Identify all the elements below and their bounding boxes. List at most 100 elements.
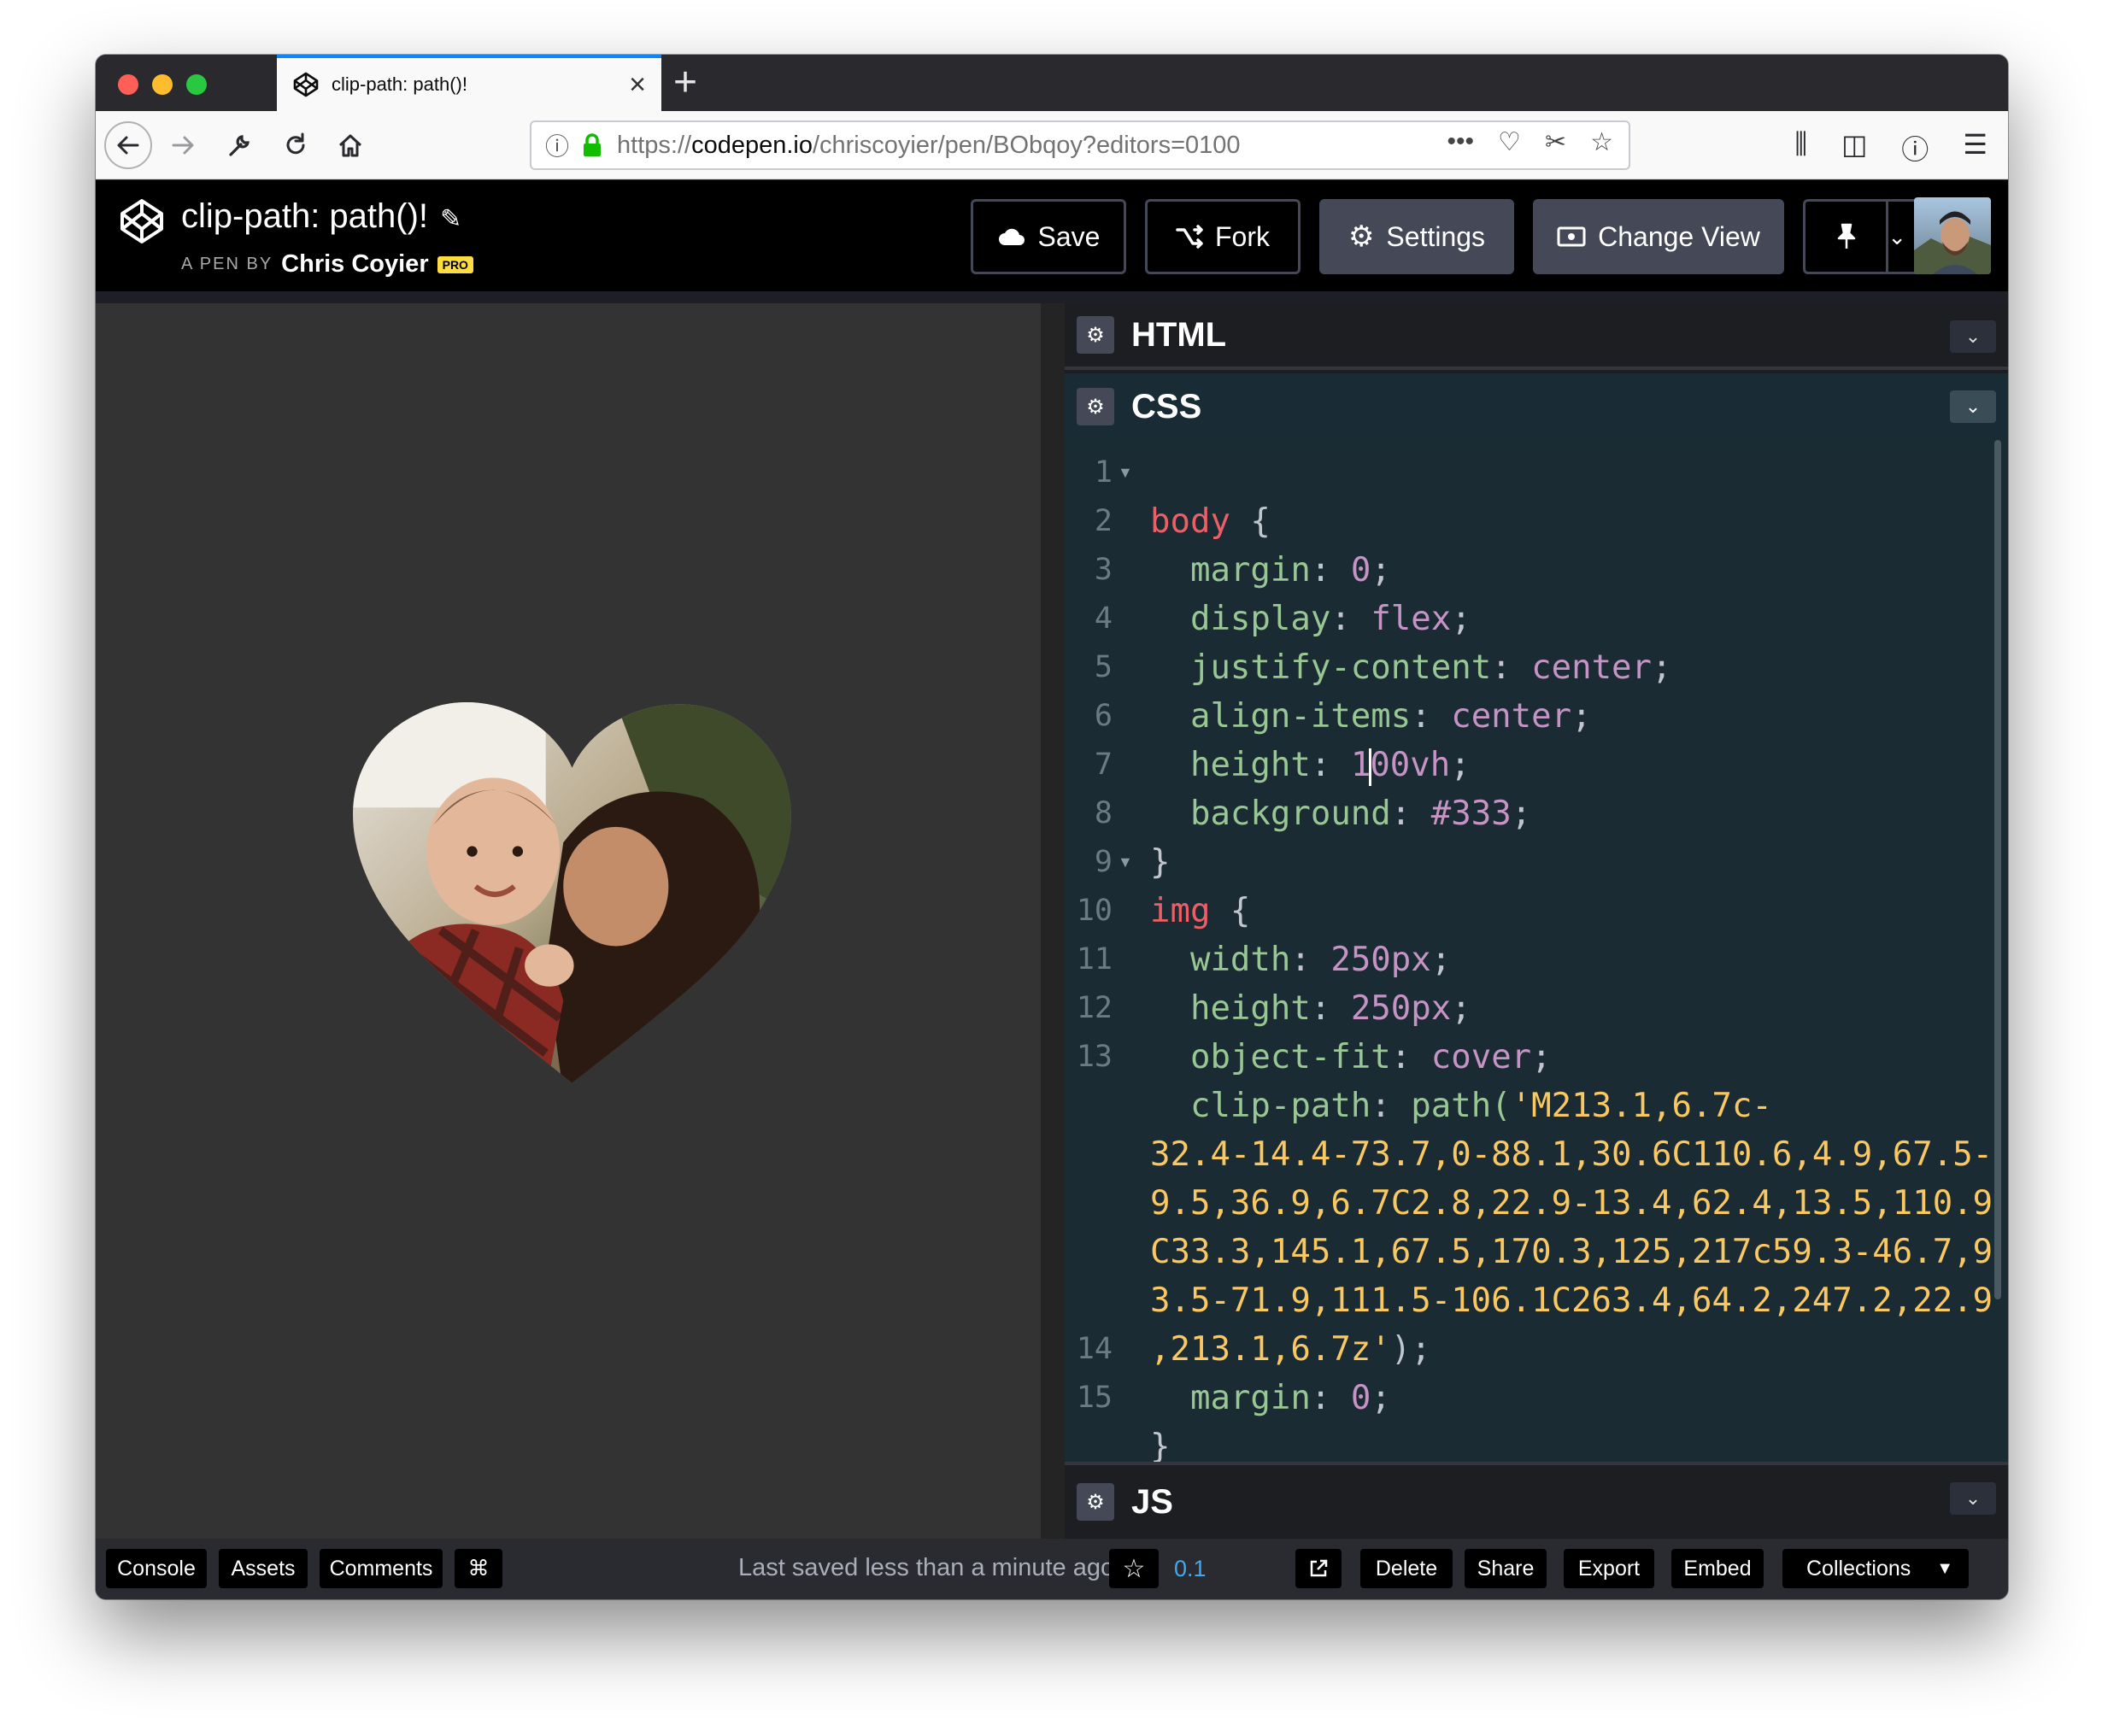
line-number: 4 [1094,601,1113,636]
line-number: 12 [1076,991,1113,1025]
code-line: clip-path: path('M213.1,6.7c- [1189,1087,1772,1125]
pen-by-label: A PEN BY [181,255,273,273]
fork-icon [1176,225,1203,249]
line-number-gutter: 1 ▼ 2 3 4 5 6 7 8 9 ▼ 10 11 12 13 14 15 [1065,440,1147,1462]
pin-button[interactable]: ⌄ [1803,199,1924,274]
line-number: 8 [1094,796,1113,830]
url-bar[interactable]: ⓘ https://codepen.io/chriscoyier/pen/BOb… [530,120,1630,170]
js-settings-gear-icon[interactable]: ⚙ [1077,1483,1114,1521]
preview-pane [96,303,1041,1539]
saved-status: Last saved less than a minute ago [738,1554,1115,1581]
zoom-window-button[interactable] [186,74,207,95]
fork-label: Fork [1215,220,1270,252]
pen-title[interactable]: clip-path: path()! ✎ [181,197,461,236]
tab-close-icon[interactable]: × [629,70,646,99]
pane-resize-handle[interactable] [1041,303,1065,1539]
pro-badge: PRO [437,255,473,273]
js-editor-label: JS [1131,1482,1173,1521]
code-line: background: #333; [1189,795,1532,833]
code-line: } [1150,843,1171,882]
settings-button[interactable]: ⚙ Settings [1319,199,1514,274]
line-number: 9 [1094,845,1113,879]
url-scheme: https:// [617,131,692,159]
console-button[interactable]: Console [106,1549,207,1588]
pencil-icon[interactable]: ✎ [440,205,461,233]
author-link[interactable]: Chris Coyier [281,250,428,279]
screenshot-icon[interactable]: ✂ [1545,127,1566,157]
editor-scrollbar[interactable] [1994,440,2001,1299]
code-line: object-fit: cover; [1189,1038,1552,1076]
code-line: justify-content: center; [1189,648,1672,687]
codepen-logo-icon[interactable] [118,197,166,245]
collections-button[interactable]: Collections ▼ [1782,1549,1969,1588]
line-number: 15 [1076,1381,1113,1415]
change-view-button[interactable]: Change View [1533,199,1784,274]
browser-tab[interactable]: clip-path: path()! × [277,55,661,111]
css-code-editor[interactable]: 1 ▼ 2 3 4 5 6 7 8 9 ▼ 10 11 12 13 14 15 … [1065,440,2008,1462]
settings-label: Settings [1386,220,1486,252]
sidebar-icon[interactable]: ◫ [1841,128,1867,167]
chevron-down-icon[interactable]: ⌄ [1950,320,1996,353]
pocket-icon[interactable]: ♡ [1498,127,1521,157]
keyboard-shortcuts-button[interactable]: ⌘ [455,1549,502,1588]
back-button[interactable] [104,121,152,169]
line-number: 6 [1094,699,1113,733]
new-tab-button[interactable]: + [673,58,697,108]
url-host: codepen.io [691,131,813,159]
page-actions-icon[interactable]: ••• [1447,127,1475,157]
navigation-bar: ⓘ https://codepen.io/chriscoyier/pen/BOb… [96,111,2008,179]
html-editor-header[interactable]: ⚙ HTML ⌄ [1065,303,2008,370]
share-button[interactable]: Share [1465,1549,1547,1588]
code-line: width: 250px; [1189,941,1452,979]
line-number: 2 [1094,504,1113,538]
line-number: 3 [1094,553,1113,587]
star-icon[interactable]: ☆ [1109,1549,1159,1588]
save-button[interactable]: Save [971,199,1126,274]
arrow-right-icon [172,136,194,155]
chevron-down-icon[interactable]: ⌄ [1950,390,1996,423]
embed-button[interactable]: Embed [1671,1549,1764,1588]
reload-icon [286,132,305,155]
header-separator [96,291,2008,303]
close-window-button[interactable] [118,74,138,95]
avatar[interactable] [1914,197,1991,274]
menu-icon[interactable]: ☰ [1963,128,1988,167]
delete-button[interactable]: Delete [1360,1549,1453,1588]
line-number: 5 [1094,650,1113,684]
tab-bar: clip-path: path()! × + [96,55,2008,111]
forward-button[interactable] [159,121,207,169]
assets-button[interactable]: Assets [219,1549,308,1588]
css-editor-header[interactable]: ⚙ CSS ⌄ [1065,373,2008,440]
css-settings-gear-icon[interactable]: ⚙ [1077,388,1114,425]
reload-button[interactable] [272,121,320,169]
fork-button[interactable]: Fork [1145,199,1301,274]
heart-image [353,702,791,1094]
tab-title: clip-path: path()! [332,73,467,95]
html-settings-gear-icon[interactable]: ⚙ [1077,316,1114,354]
version-number[interactable]: 0.1 [1174,1556,1207,1582]
chevron-down-icon[interactable]: ⌄ [1950,1482,1996,1515]
pen-title-text: clip-path: path()! [181,197,429,235]
bookmark-star-icon[interactable]: ☆ [1590,127,1613,157]
devtools-button[interactable] [215,121,263,169]
info-icon[interactable]: ⓘ [545,128,569,162]
comments-button[interactable]: Comments [320,1549,443,1588]
css-editor-label: CSS [1131,387,1202,425]
home-button[interactable] [326,121,374,169]
fold-arrow-icon[interactable]: ▼ [1118,449,1133,497]
external-link-icon[interactable] [1295,1549,1342,1588]
library-icon[interactable]: ⫼ [1794,128,1807,167]
extension-icon[interactable]: ⓘ [1901,128,1929,167]
code-line: height: 100vh; [1189,746,1471,786]
code-line: ,213.1,6.7z'); [1150,1330,1431,1369]
code-lines: body { margin: 0; display: flex; justify… [1150,449,1993,1462]
export-button[interactable]: Export [1564,1549,1654,1588]
chevron-down-icon[interactable]: ⌄ [1888,224,1906,250]
js-editor-header[interactable]: ⚙ JS ⌄ [1065,1462,2008,1539]
editors-pane: ⚙ HTML ⌄ ⚙ CSS ⌄ 1 ▼ 2 3 4 5 6 7 8 9 ▼ 1… [1065,303,2008,1539]
caret-down-icon: ▼ [1936,1558,1953,1578]
line-number: 13 [1076,1040,1113,1074]
fold-arrow-icon[interactable]: ▼ [1118,838,1133,887]
minimize-window-button[interactable] [152,74,173,95]
line-number: 7 [1094,748,1113,782]
